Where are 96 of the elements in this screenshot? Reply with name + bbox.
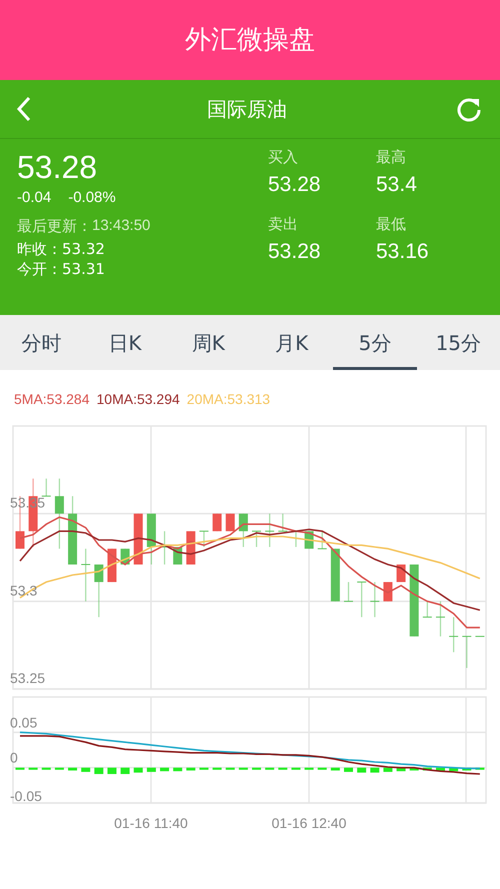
- candlestick: [134, 514, 143, 565]
- candlestick: [94, 564, 104, 618]
- histogram-bar: [318, 768, 327, 770]
- candlestick: [238, 514, 248, 547]
- histogram-bar: [370, 768, 380, 773]
- moving-average-label: 5MA:53.284: [14, 390, 90, 409]
- histogram-bar: [226, 768, 235, 770]
- histogram-bar: [146, 768, 156, 772]
- histogram-bar: [344, 768, 353, 772]
- histogram-bar: [199, 768, 208, 770]
- candlestick: [462, 636, 472, 668]
- candlestick: [357, 582, 366, 618]
- histogram-bar: [16, 768, 24, 770]
- axis-label: 01-16 12:40: [272, 815, 346, 831]
- histogram-bar: [304, 768, 314, 770]
- histogram-bar: [383, 768, 392, 772]
- histogram-bar: [68, 768, 78, 770]
- candlestick: [475, 636, 484, 637]
- histogram-bar: [120, 768, 130, 774]
- period-tab[interactable]: 周K: [166, 315, 250, 370]
- candlestick: [212, 514, 222, 532]
- histogram-bar: [28, 768, 38, 770]
- histogram-bar: [81, 768, 90, 772]
- screen-title: 国际原油: [207, 96, 287, 123]
- candlestick: [68, 496, 78, 565]
- histogram-bar: [265, 768, 274, 770]
- period-tab[interactable]: 日K: [83, 315, 167, 370]
- histogram-bar: [252, 768, 262, 770]
- candlestick: [344, 582, 353, 602]
- candlestick: [410, 564, 419, 636]
- current-price: 53.28: [17, 148, 98, 187]
- candlestick: [278, 514, 288, 532]
- update-label: 最后更新：: [17, 216, 92, 236]
- candlestick: [449, 617, 458, 652]
- histogram-bar: [238, 768, 248, 770]
- period-tab[interactable]: 月K: [250, 315, 334, 370]
- open-price: 今开：53.31: [17, 259, 106, 279]
- histogram-bar: [134, 768, 143, 773]
- stat-label: 买入: [268, 147, 299, 167]
- candlestick: [81, 548, 90, 602]
- candlestick: [146, 514, 156, 565]
- histogram-bar: [449, 768, 458, 772]
- moving-average-label: 20MA:53.313: [186, 390, 270, 409]
- axis-label: 0: [10, 750, 18, 766]
- candlestick: [226, 514, 235, 532]
- moving-average-label: 10MA:53.294: [96, 390, 180, 409]
- histogram-bar: [475, 768, 484, 770]
- histogram-bar: [396, 768, 406, 772]
- stat-value: 53.28: [268, 172, 322, 198]
- app-title: 外汇微操盘: [185, 24, 315, 56]
- histogram-bar: [422, 768, 432, 770]
- stat-label: 卖出: [268, 214, 299, 234]
- histogram-bar: [278, 768, 288, 770]
- histogram-bar: [107, 768, 116, 774]
- stat-label: 最低: [376, 214, 407, 234]
- period-tab[interactable]: 5分: [333, 315, 417, 370]
- period-tab[interactable]: 分时: [0, 315, 84, 370]
- stat-label: 最高: [376, 147, 407, 167]
- histogram-bar: [291, 768, 300, 770]
- percent-change: -0.08%: [68, 188, 116, 208]
- histogram-bar: [436, 768, 445, 772]
- previous-close: 昨收：53.32: [17, 239, 106, 259]
- candlestick: [370, 582, 380, 618]
- histogram-bar: [94, 768, 104, 774]
- candlestick: [265, 514, 274, 547]
- histogram-bar: [186, 768, 196, 770]
- candlestick: [330, 548, 340, 602]
- histogram-bar: [330, 768, 340, 770]
- period-tab[interactable]: 15分: [416, 315, 500, 370]
- axis-label: 0.05: [10, 714, 38, 730]
- update-time: 13:43:50: [92, 216, 150, 236]
- candlestick: [160, 531, 170, 565]
- axis-label: 53.25: [10, 670, 46, 686]
- candlestick: [318, 531, 327, 550]
- candlestick: [199, 530, 208, 547]
- histogram-bar: [357, 768, 366, 773]
- candlestick: [42, 478, 51, 497]
- histogram-bar: [54, 768, 64, 770]
- candlestick: [396, 564, 406, 582]
- stat-value: 53.16: [376, 239, 430, 265]
- candlestick: [54, 478, 64, 549]
- candlestick: [422, 601, 432, 618]
- histogram-bar: [410, 768, 419, 770]
- histogram-bar: [173, 768, 182, 772]
- histogram-bar: [462, 768, 472, 770]
- axis-label: 01-16 11:40: [114, 815, 188, 831]
- histogram-bar: [212, 768, 222, 770]
- candlestick: [436, 601, 445, 636]
- stat-value: 53.4: [376, 172, 418, 198]
- price-change: -0.04: [17, 188, 52, 208]
- histogram-bar: [160, 768, 170, 772]
- histogram-bar: [42, 768, 51, 770]
- candlestick: [252, 530, 262, 547]
- candlestick: [383, 582, 392, 602]
- axis-label: -0.05: [10, 788, 42, 804]
- stat-value: 53.28: [268, 239, 322, 265]
